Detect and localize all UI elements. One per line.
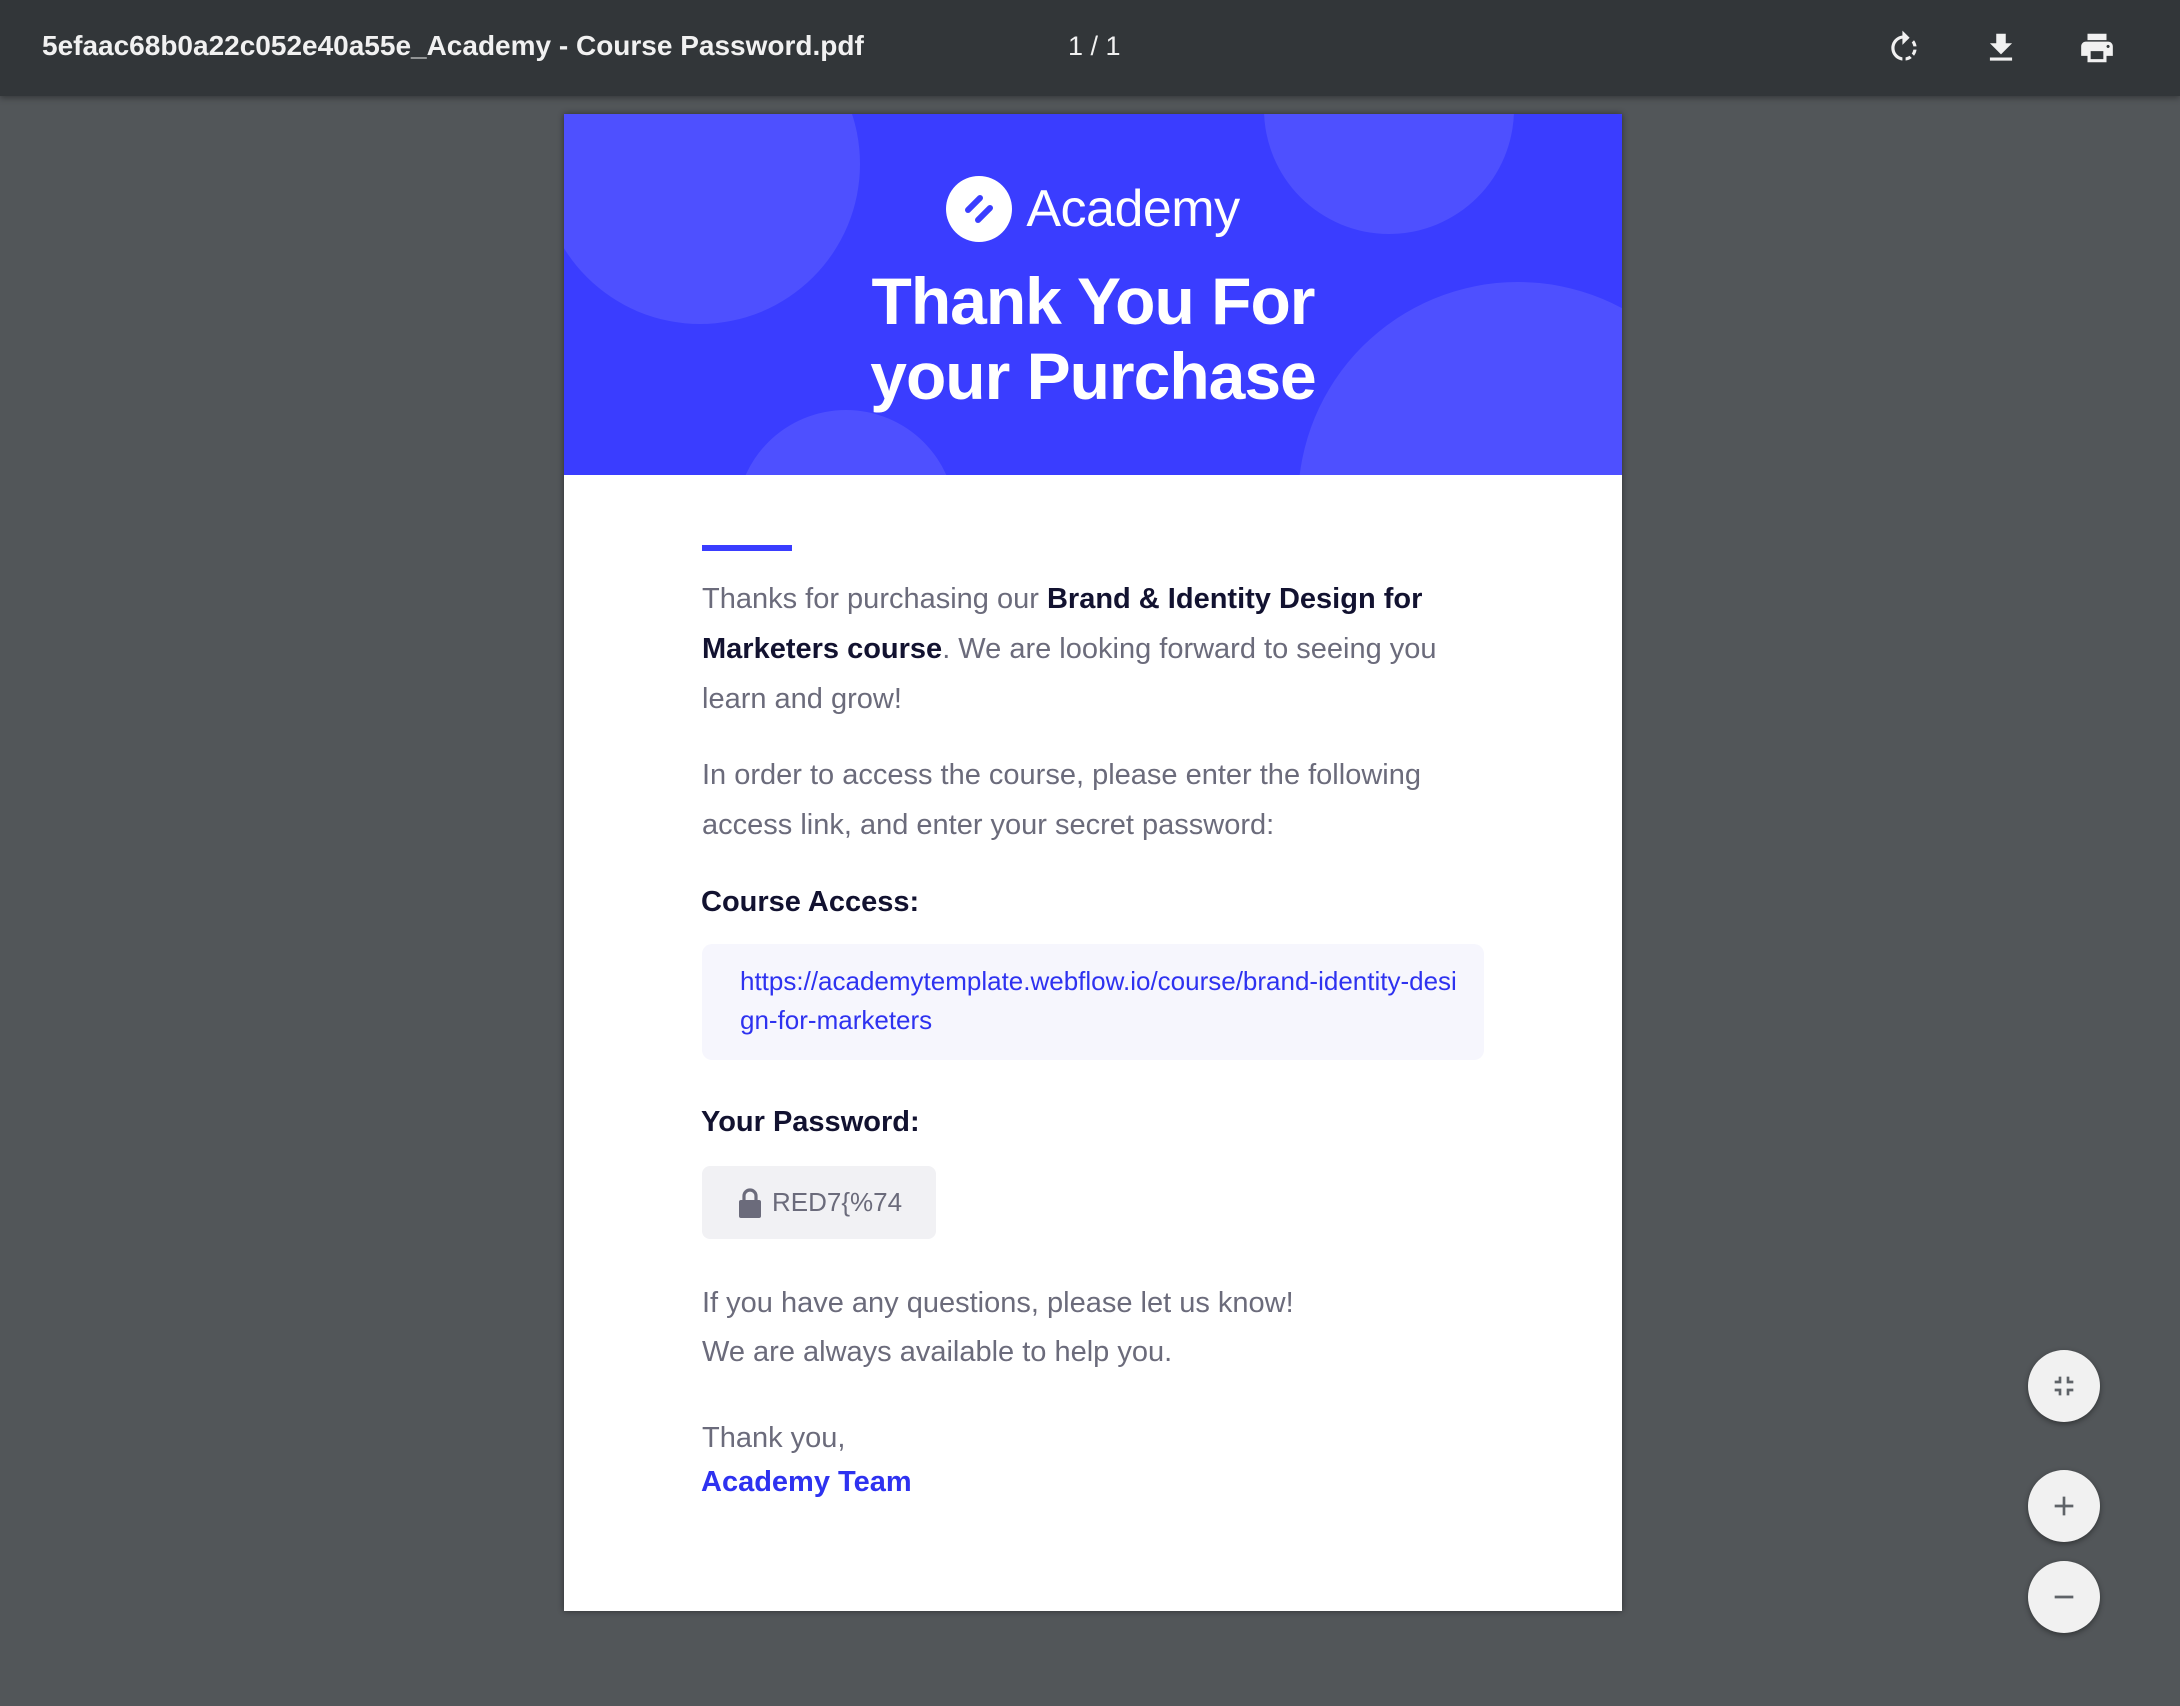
brand-logo: Academy (564, 176, 1622, 242)
team-signature: Academy Team (701, 1466, 912, 1498)
fit-to-page-icon (2054, 1376, 2074, 1396)
zoom-out-icon (2054, 1595, 2074, 1599)
course-access-box: https://academytemplate.webflow.io/cours… (702, 944, 1484, 1060)
page-indicator: 1 / 1 (1068, 31, 1121, 61)
decor-circle (736, 410, 956, 475)
document-filename: 5efaac68b0a22c052e40a55e_Academy - Cours… (42, 30, 864, 61)
password-value: RED7{%74 (772, 1187, 903, 1217)
availability-line: We are always available to help you. (702, 1336, 1173, 1368)
instructions-paragraph: In order to access the course, please en… (702, 759, 1421, 841)
intro-paragraph: Thanks for purchasing our Brand & Identi… (702, 574, 1462, 724)
print-button[interactable] (2071, 22, 2123, 74)
zoom-out-button[interactable] (2028, 1561, 2100, 1633)
accent-divider (702, 545, 792, 551)
download-icon (1989, 33, 2013, 61)
rotate-button[interactable] (1878, 22, 1930, 74)
pdf-page: Academy Thank You For your Purchase Than… (564, 114, 1622, 1611)
print-icon (2081, 33, 2113, 63)
fit-to-page-button[interactable] (2028, 1350, 2100, 1422)
header-banner: Academy Thank You For your Purchase (564, 114, 1622, 475)
course-access-link[interactable]: https://academytemplate.webflow.io/cours… (740, 962, 1460, 1040)
password-label: Your Password: (701, 1106, 920, 1138)
zoom-in-icon (2054, 1496, 2074, 1516)
page-title: Thank You For your Purchase (870, 264, 1317, 413)
course-access-label: Course Access: (701, 886, 920, 918)
intro-text: Thanks for purchasing our (702, 583, 1047, 615)
sign-off: Thank you, (702, 1422, 846, 1454)
academy-logo-icon (946, 176, 1013, 242)
questions-line: If you have any questions, please let us… (702, 1287, 1294, 1319)
brand-name: Academy (1026, 180, 1240, 238)
lock-icon (739, 1187, 761, 1218)
download-button[interactable] (1975, 22, 2027, 74)
password-box: RED7{%74 (702, 1166, 936, 1239)
rotate-icon (1891, 30, 1917, 61)
pdf-toolbar: 5efaac68b0a22c052e40a55e_Academy - Cours… (0, 0, 2180, 96)
zoom-in-button[interactable] (2028, 1470, 2100, 1542)
